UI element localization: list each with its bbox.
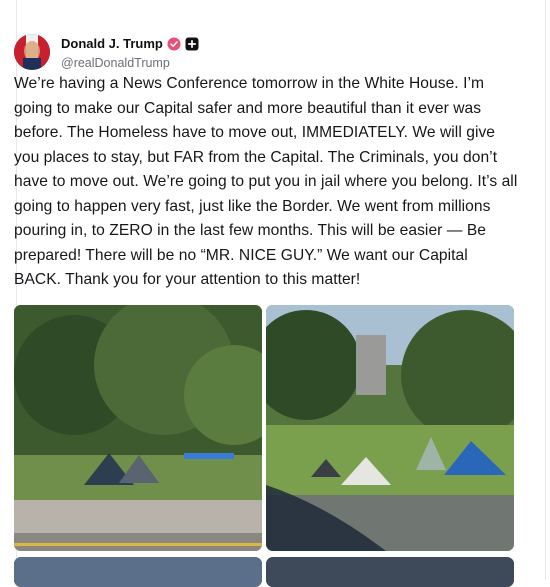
avatar[interactable] [14, 34, 50, 70]
verified-badge-icon [167, 37, 181, 51]
photo-1[interactable] [14, 305, 262, 551]
plus-badge-icon [185, 37, 199, 51]
photo-2[interactable] [266, 305, 514, 551]
photo-3[interactable] [14, 557, 262, 587]
post-body: We’re having a News Conference tomorrow … [14, 75, 522, 288]
media-grid [14, 305, 514, 587]
post-header: Donald J. Trump @realDonaldTrump [14, 34, 199, 70]
author-handle[interactable]: @realDonaldTrump [61, 56, 199, 70]
photo-4[interactable] [266, 557, 514, 587]
author-name[interactable]: Donald J. Trump [61, 36, 163, 51]
